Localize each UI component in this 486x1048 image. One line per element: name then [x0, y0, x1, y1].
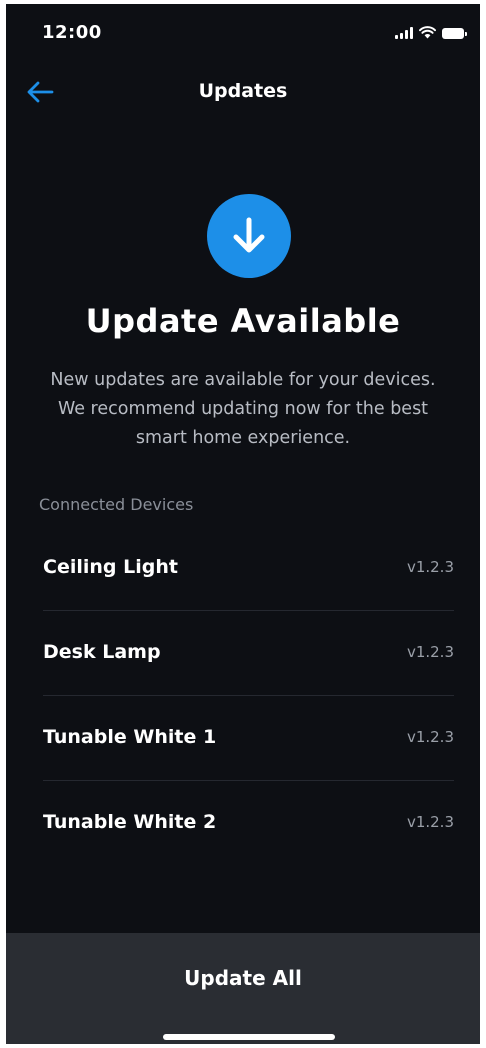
device-row-ceiling-light[interactable]: Ceiling Light v1.2.3: [43, 526, 454, 611]
device-name: Ceiling Light: [43, 556, 178, 578]
header: Updates: [6, 66, 480, 118]
status-bar: 12:00: [6, 4, 480, 64]
download-arrow-icon: [233, 217, 265, 253]
status-icons: [395, 24, 467, 43]
page-title: Updates: [198, 80, 288, 102]
device-list: Ceiling Light v1.2.3 Desk Lamp v1.2.3 Tu…: [43, 526, 454, 865]
device-name: Tunable White 1: [43, 726, 217, 748]
home-indicator[interactable]: [163, 1034, 335, 1040]
device-version: v1.2.3: [406, 813, 454, 831]
device-row-tunable-white-1[interactable]: Tunable White 1 v1.2.3: [43, 696, 454, 781]
download-icon-badge: [207, 194, 291, 278]
status-time: 12:00: [42, 22, 102, 43]
device-name: Desk Lamp: [43, 641, 161, 663]
device-version: v1.2.3: [406, 643, 454, 661]
device-row-tunable-white-2[interactable]: Tunable White 2 v1.2.3: [43, 781, 454, 865]
wifi-icon: [419, 24, 436, 43]
device-version: v1.2.3: [406, 728, 454, 746]
update-available-heading: Update Available: [85, 302, 401, 340]
updates-screen: 12:00 Updates Update Available New updat…: [6, 4, 480, 1044]
battery-icon: [442, 27, 467, 39]
bottom-action-bar: Update All: [6, 933, 480, 1044]
device-name: Tunable White 2: [43, 811, 217, 833]
connected-devices-label: Connected Devices: [39, 495, 194, 514]
device-row-desk-lamp[interactable]: Desk Lamp v1.2.3: [43, 611, 454, 696]
cellular-signal-icon: [395, 27, 413, 39]
update-all-button[interactable]: Update All: [6, 953, 480, 1003]
update-description: New updates are available for your devic…: [50, 370, 436, 448]
device-version: v1.2.3: [406, 558, 454, 576]
